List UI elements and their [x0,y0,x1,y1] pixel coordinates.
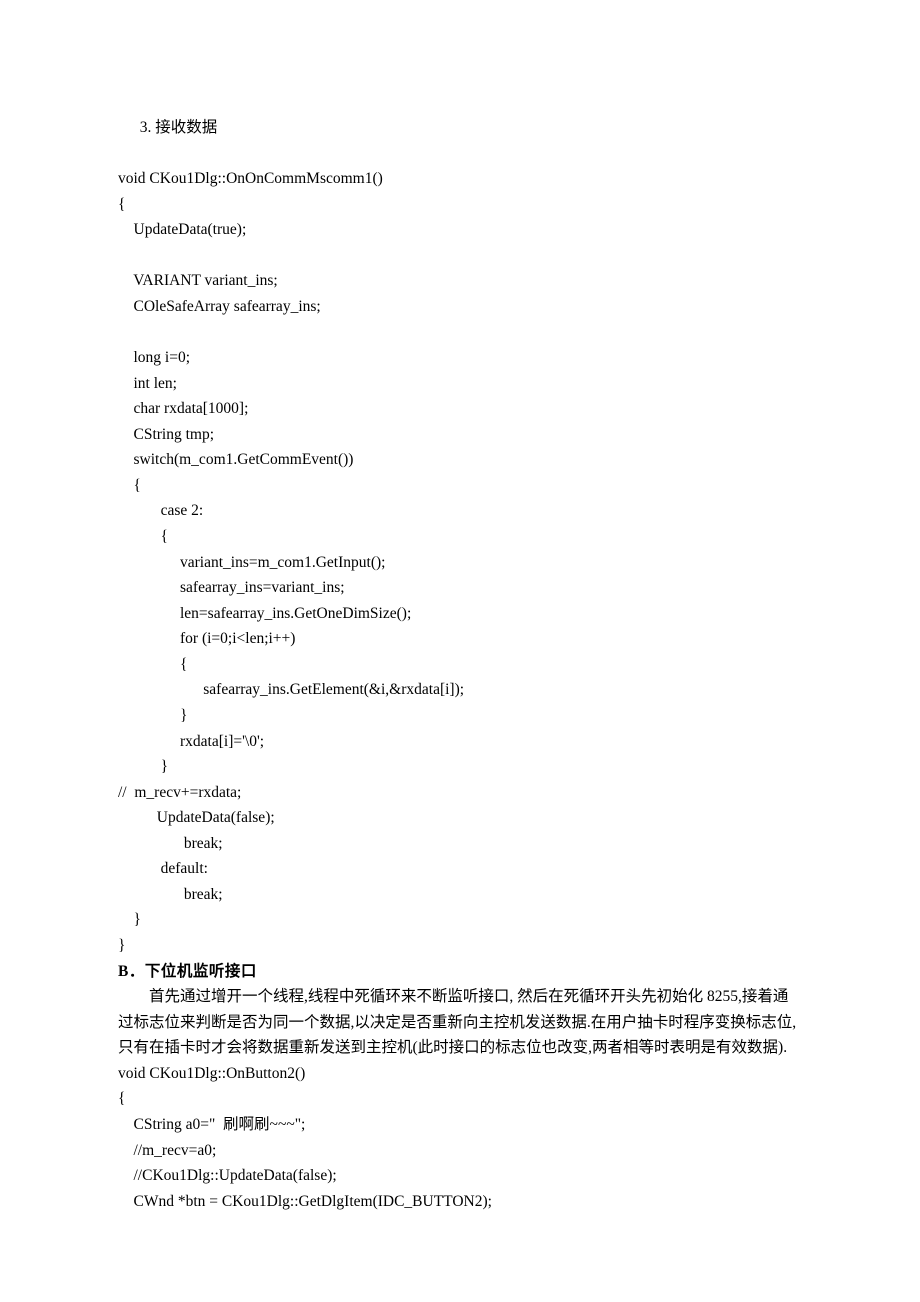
code-block-receive: void CKou1Dlg::OnOnCommMscomm1() { Updat… [118,166,802,958]
section-a-item-heading: 3. 接收数据 [118,115,802,141]
document-page: 3. 接收数据 void CKou1Dlg::OnOnCommMscomm1()… [0,0,920,1302]
code-block-button2: void CKou1Dlg::OnButton2() { CString a0=… [118,1061,802,1214]
section-b-title: B．下位机监听接口 [118,959,802,985]
section-b-paragraph: 首先通过增开一个线程,线程中死循环来不断监听接口, 然后在死循环开头先初始化 8… [118,984,802,1061]
blank-line [118,141,802,167]
